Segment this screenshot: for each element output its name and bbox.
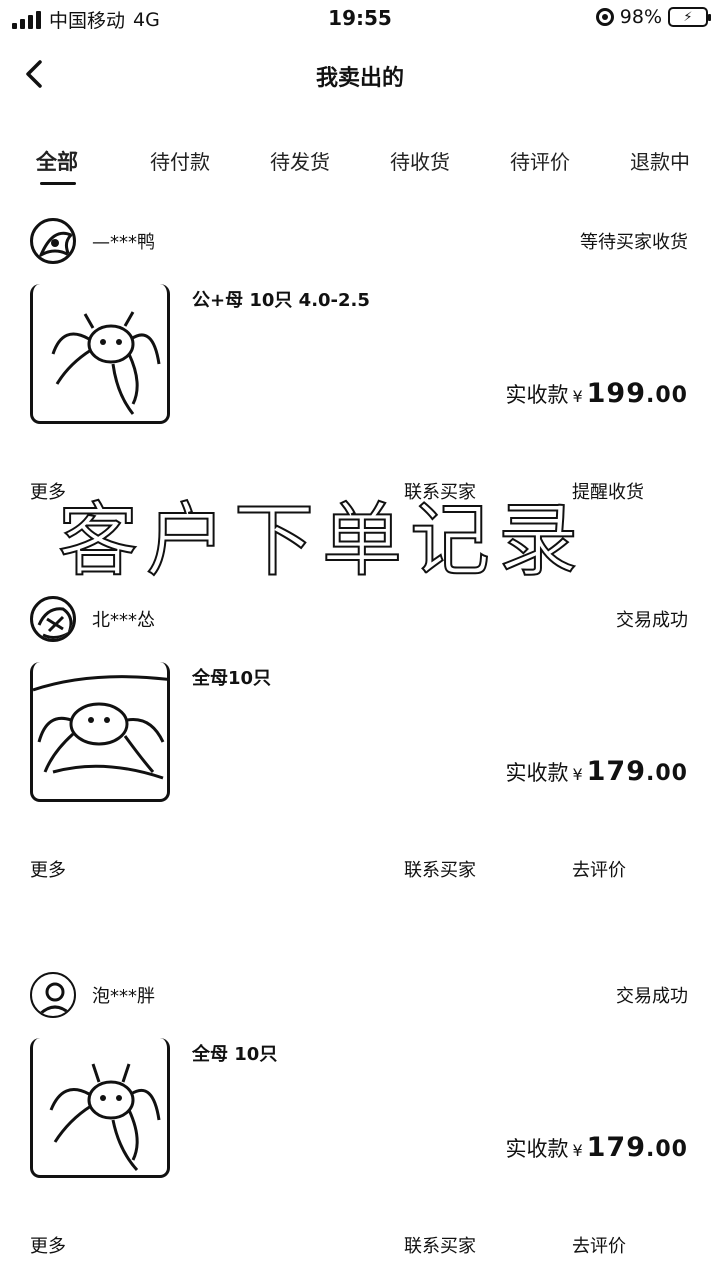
order-tabs: 全部 待付款 待发货 待收货 待评价 退款中 xyxy=(0,140,720,186)
order-status: 等待买家收货 xyxy=(580,232,688,253)
remind-receipt-button[interactable]: 提醒收货 xyxy=(572,478,644,504)
avatar[interactable] xyxy=(30,218,76,264)
battery-icon: ⚡ xyxy=(668,7,711,27)
tab-pending-shipment[interactable]: 待发货 xyxy=(270,146,330,175)
price-label: 实收款 xyxy=(505,761,569,785)
price-label: 实收款 xyxy=(505,383,569,407)
product-title[interactable]: 全母 10只 xyxy=(192,1040,277,1066)
product-image[interactable] xyxy=(30,284,170,424)
more-button[interactable]: 更多 xyxy=(30,1232,66,1258)
crab-icon xyxy=(51,311,161,415)
price-value: 179.00 xyxy=(586,1132,688,1163)
contact-buyer-button[interactable]: 联系买家 xyxy=(404,1232,476,1258)
crab-icon xyxy=(49,1063,161,1172)
more-button[interactable]: 更多 xyxy=(30,856,66,882)
price-currency: ¥ xyxy=(572,765,583,784)
tab-pending-payment[interactable]: 待付款 xyxy=(150,146,210,175)
product-image[interactable] xyxy=(30,1038,170,1178)
page-title: 我卖出的 xyxy=(315,66,404,91)
tab-pending-receipt[interactable]: 待收货 xyxy=(390,146,450,175)
nav-bar: 我卖出的 xyxy=(0,40,720,110)
avatar[interactable] xyxy=(30,596,76,642)
product-image[interactable] xyxy=(30,662,170,802)
tab-pending-review[interactable]: 待评价 xyxy=(510,146,570,175)
status-bar: 中国移动 4G 19:55 98% ⚡ xyxy=(0,0,720,38)
crab-icon xyxy=(33,675,167,780)
product-title[interactable]: 公+母 10只 4.0-2.5 xyxy=(192,286,370,312)
order-card: —***鸭 等待买家收货 公+母 10只 4.0-2.5 实收款 ¥ 199.0… xyxy=(0,208,720,584)
price-value: 179.00 xyxy=(586,756,688,787)
status-right: 98% ⚡ xyxy=(595,6,711,28)
buyer-name[interactable]: —***鸭 xyxy=(92,228,155,254)
tab-refunding[interactable]: 退款中 xyxy=(630,146,690,175)
product-title[interactable]: 全母10只 xyxy=(192,664,271,690)
contact-buyer-button[interactable]: 联系买家 xyxy=(404,478,476,504)
price-currency: ¥ xyxy=(572,387,583,406)
battery-percent: 98% xyxy=(619,6,662,28)
buyer-name[interactable]: 北***怂 xyxy=(92,606,155,632)
more-button[interactable]: 更多 xyxy=(30,478,66,504)
review-button[interactable]: 去评价 xyxy=(572,1232,626,1258)
price-label: 实收款 xyxy=(505,1137,569,1161)
avatar[interactable] xyxy=(30,972,76,1018)
order-status: 交易成功 xyxy=(616,610,688,631)
contact-buyer-button[interactable]: 联系买家 xyxy=(404,856,476,882)
price-value: 199.00 xyxy=(586,378,688,409)
received-amount: 实收款 ¥ 179.00 xyxy=(505,756,688,787)
order-card: 泡***胖 交易成功 全母 10只 实收款 ¥ 179.00 更多 联系买家 去… xyxy=(0,962,720,1280)
active-tab-indicator xyxy=(40,182,76,185)
review-button[interactable]: 去评价 xyxy=(572,856,626,882)
order-card: 北***怂 交易成功 全母10只 实收款 ¥ 179.00 更多 联系买家 去评… xyxy=(0,586,720,962)
buyer-name[interactable]: 泡***胖 xyxy=(92,982,155,1008)
orientation-lock-icon xyxy=(595,8,614,26)
tab-all[interactable]: 全部 xyxy=(36,146,78,176)
received-amount: 实收款 ¥ 199.00 xyxy=(505,378,688,409)
order-status: 交易成功 xyxy=(616,986,688,1007)
price-currency: ¥ xyxy=(572,1141,583,1160)
received-amount: 实收款 ¥ 179.00 xyxy=(505,1132,688,1163)
